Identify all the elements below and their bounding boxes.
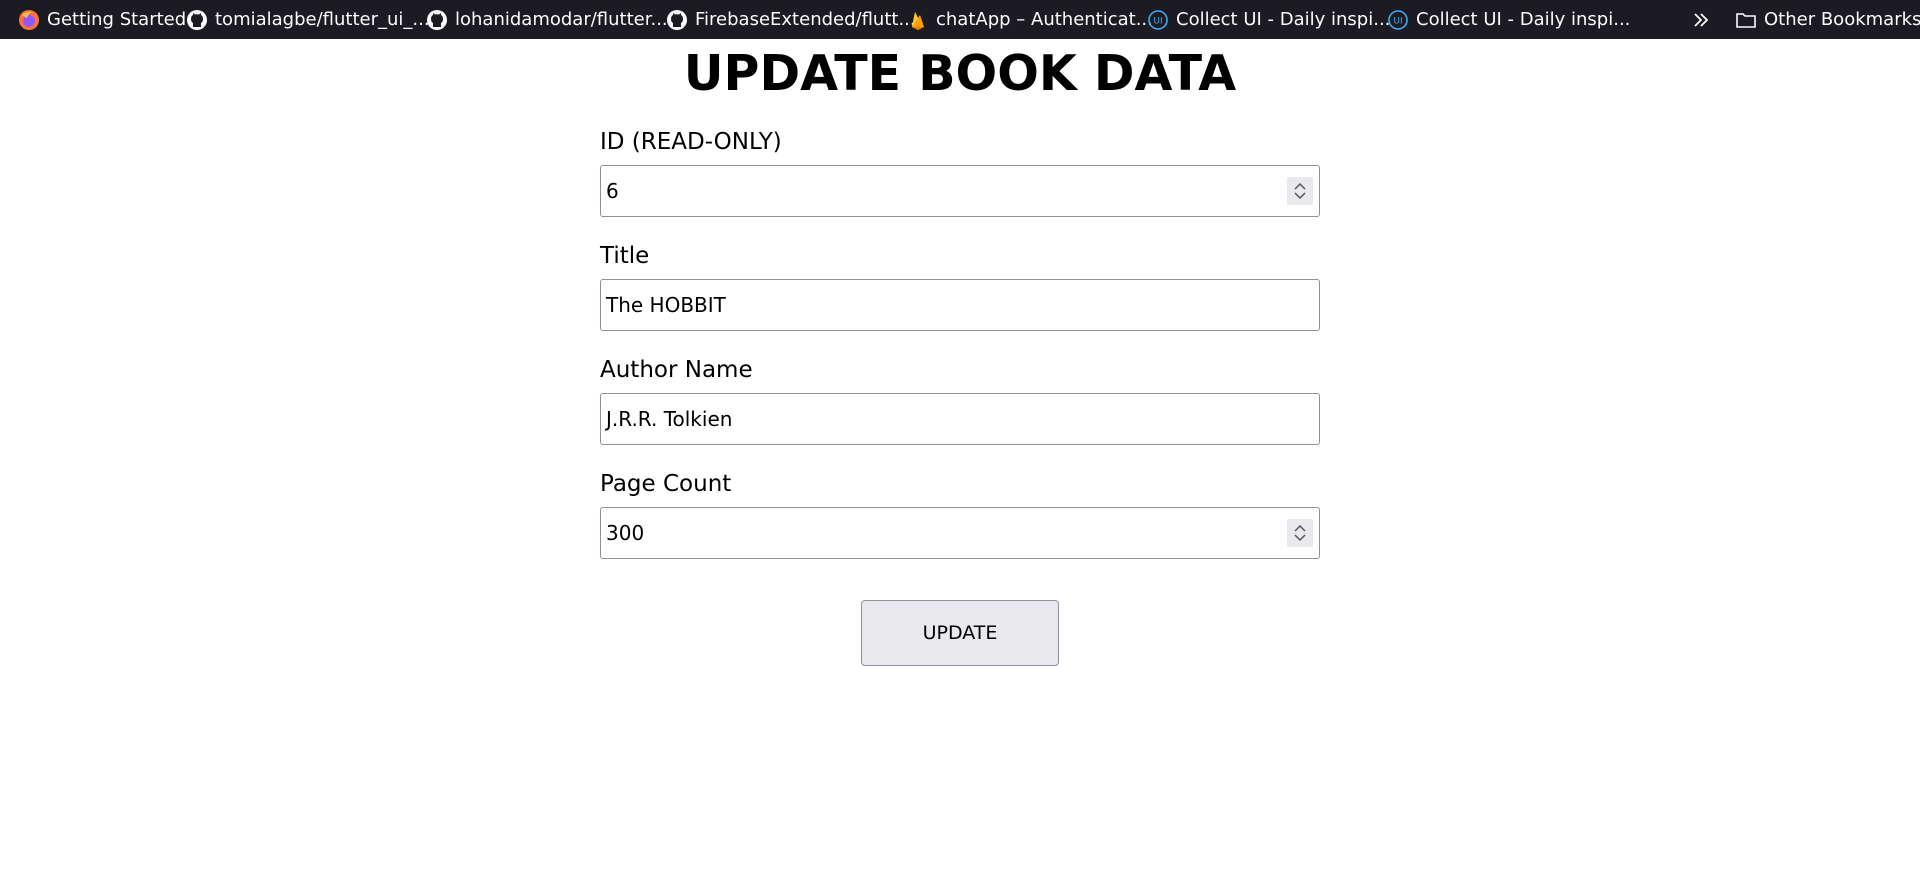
id-label: ID (READ-ONLY) (600, 129, 782, 155)
github-icon (666, 9, 688, 31)
bookmark-github-firebaseextended[interactable]: FirebaseExtended/flutt... (666, 0, 916, 39)
bookmark-label: tomialagbe/flutter_ui_... (215, 9, 430, 30)
bookmark-label: Collect UI - Daily inspi... (1416, 9, 1631, 30)
double-chevron-right-icon (1690, 9, 1712, 31)
id-input[interactable]: 6 (600, 165, 1320, 217)
page-count-spinner[interactable] (1287, 519, 1313, 547)
chevron-down-icon (1294, 534, 1306, 542)
bookmark-chatapp-firebase[interactable]: chatApp – Authenticat... (907, 0, 1153, 39)
bookmark-label: FirebaseExtended/flutt... (695, 9, 916, 30)
id-value: 6 (606, 179, 619, 203)
collectui-icon: UI (1147, 9, 1169, 31)
bookmark-collectui-2[interactable]: UI Collect UI - Daily inspi... (1387, 0, 1630, 39)
bookmark-collectui-1[interactable]: UI Collect UI - Daily inspi... (1147, 0, 1390, 39)
author-value: J.R.R. Tolkien (606, 407, 733, 431)
title-value: The HOBBIT (606, 293, 726, 317)
page-count-value: 300 (606, 521, 645, 545)
svg-text:UI: UI (1153, 16, 1162, 26)
title-label: Title (600, 243, 650, 269)
title-input[interactable]: The HOBBIT (600, 279, 1320, 331)
chevron-up-icon (1294, 182, 1306, 190)
bookmark-github-flutter-ui[interactable]: tomialagbe/flutter_ui_... (186, 0, 430, 39)
bookmark-label: lohanidamodar/flutter... (455, 9, 668, 30)
firebase-icon (907, 9, 929, 31)
bookmark-label: chatApp – Authenticat... (936, 9, 1153, 30)
author-label: Author Name (600, 357, 753, 383)
bookmark-getting-started[interactable]: Getting Started (18, 0, 186, 39)
update-button[interactable]: UPDATE (861, 600, 1059, 666)
github-icon (186, 9, 208, 31)
more-bookmarks-button[interactable] (1690, 0, 1719, 39)
bookmark-github-lohanidamodar[interactable]: lohanidamodar/flutter... (426, 0, 668, 39)
id-spinner[interactable] (1287, 177, 1313, 205)
bookmark-label: Getting Started (47, 9, 187, 30)
other-bookmarks-label: Other Bookmarks (1764, 9, 1920, 30)
chevron-up-icon (1294, 524, 1306, 532)
chevron-down-icon (1294, 192, 1306, 200)
collectui-icon: UI (1387, 9, 1409, 31)
page-count-label: Page Count (600, 471, 732, 497)
page-title: UPDATE BOOK DATA (683, 45, 1237, 102)
github-icon (426, 9, 448, 31)
other-bookmarks-folder[interactable]: Other Bookmarks (1735, 0, 1920, 39)
bookmarks-toolbar: Getting Started tomialagbe/flutter_ui_..… (0, 0, 1920, 39)
folder-icon (1735, 9, 1757, 31)
firefox-icon (18, 9, 40, 31)
author-input[interactable]: J.R.R. Tolkien (600, 393, 1320, 445)
page-count-input[interactable]: 300 (600, 507, 1320, 559)
svg-text:UI: UI (1393, 16, 1402, 26)
bookmark-label: Collect UI - Daily inspi... (1176, 9, 1391, 30)
